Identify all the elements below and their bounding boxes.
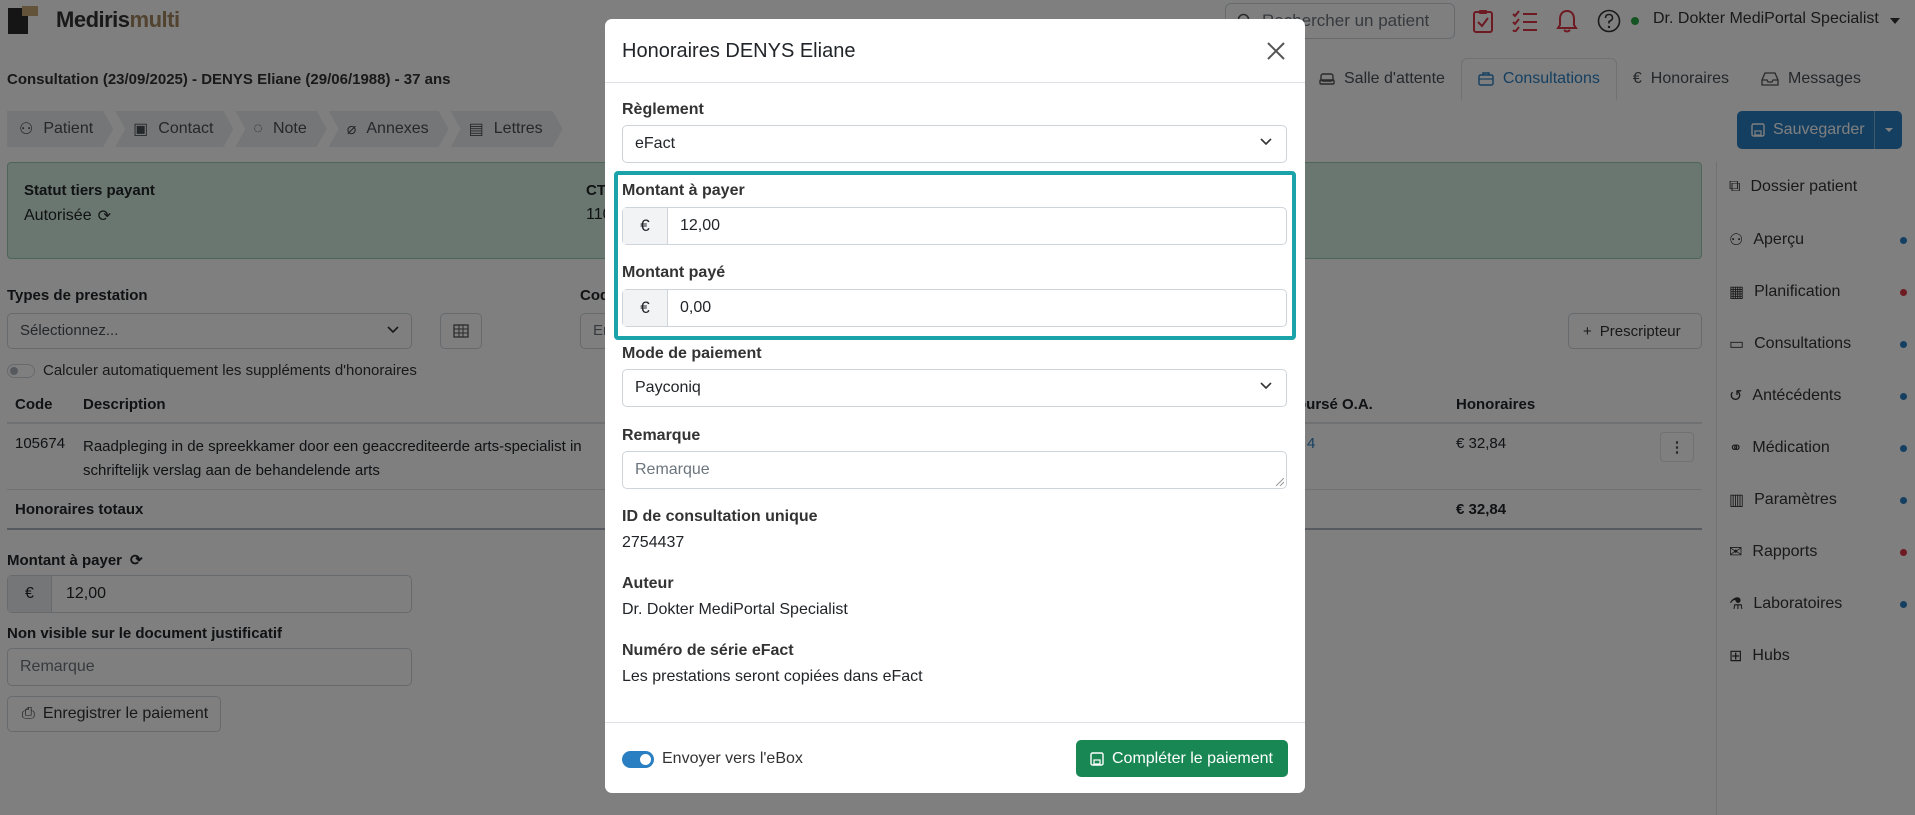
resize-grip-icon[interactable] xyxy=(1276,478,1284,486)
author-value: Dr. Dokter MediPortal Specialist xyxy=(622,601,848,618)
amount-to-pay-label: Montant à payer xyxy=(622,182,745,199)
unique-id-value: 2754437 xyxy=(622,534,685,551)
currency-addon: € xyxy=(623,208,668,244)
toggle-switch[interactable] xyxy=(622,750,654,768)
author-label: Auteur xyxy=(622,575,674,592)
chevron-down-icon xyxy=(1260,138,1272,146)
efact-serial-value: Les prestations seront copiées dans eFac… xyxy=(622,668,923,685)
efact-serial-label: Numéro de série eFact xyxy=(622,642,794,659)
amount-paid-input[interactable]: € 0,00 xyxy=(622,289,1287,327)
complete-payment-button[interactable]: Compléter le paiement xyxy=(1076,740,1288,777)
payment-mode-select[interactable]: Payconiq xyxy=(622,369,1287,407)
currency-addon: € xyxy=(623,290,668,326)
save-icon xyxy=(1090,751,1104,766)
modal-footer: Envoyer vers l'eBox Compléter le paiemen… xyxy=(605,722,1305,793)
fees-payment-modal: Honoraires DENYS Eliane Règlement eFact … xyxy=(605,19,1305,793)
amount-paid-label: Montant payé xyxy=(622,264,726,281)
amount-to-pay-input[interactable]: € 12,00 xyxy=(622,207,1287,245)
close-icon[interactable] xyxy=(1264,39,1288,63)
chevron-down-icon xyxy=(1260,382,1272,390)
modal-header: Honoraires DENYS Eliane xyxy=(605,19,1305,83)
remark-label: Remarque xyxy=(622,427,701,444)
reglement-select[interactable]: eFact xyxy=(622,125,1287,163)
modal-title: Honoraires DENYS Eliane xyxy=(622,40,856,62)
reglement-label: Règlement xyxy=(622,101,704,118)
payment-mode-label: Mode de paiement xyxy=(622,345,762,362)
ebox-toggle[interactable]: Envoyer vers l'eBox xyxy=(622,750,803,768)
unique-id-label: ID de consultation unique xyxy=(622,508,818,525)
remark-textarea[interactable]: Remarque xyxy=(622,451,1287,489)
